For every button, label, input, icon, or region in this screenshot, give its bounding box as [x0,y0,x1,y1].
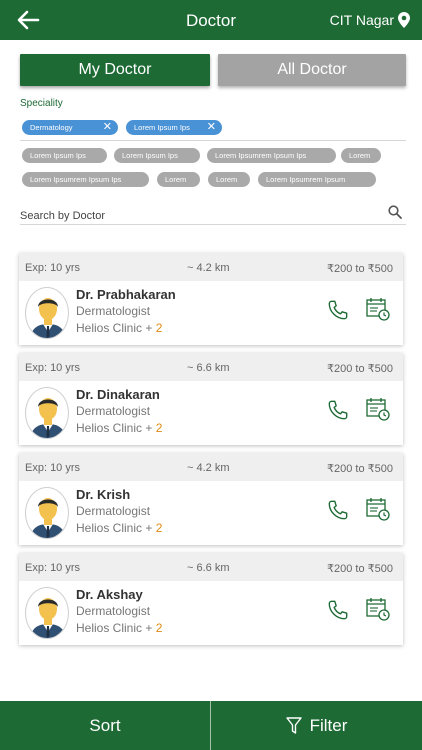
doctor-name: Dr. Krish [76,487,131,502]
consultation-fee: ₹200 to ₹500 [327,563,393,575]
distance: ~ 4.2 km [187,462,230,474]
speciality-chip[interactable]: Lorem [208,172,250,187]
doctor-card[interactable]: Exp: 10 yrs ~ 6.6 km ₹200 to ₹500 Dr. Ak… [19,553,403,645]
chip-label: Dermatology [30,123,73,132]
speciality-chip-selected[interactable]: Lorem Ipsum Ips ✕ [126,120,222,135]
speciality-chip[interactable]: Lorem Ipsumrem Ipsum Ips [207,148,336,163]
experience: Exp: 10 yrs [25,462,81,474]
experience: Exp: 10 yrs [25,262,81,274]
doctor-clinic[interactable]: Helios Clinic + 2 [76,521,162,535]
phone-icon[interactable] [327,499,349,521]
bottom-action-bar: Sort Filter [0,701,422,750]
consultation-fee: ₹200 to ₹500 [327,263,393,275]
search-input[interactable]: Search by Doctor [20,210,105,222]
clinic-count: 2 [155,621,163,635]
doctor-name: Dr. Akshay [76,587,143,602]
phone-icon[interactable] [327,399,349,421]
all-doctor-tab[interactable]: All Doctor [218,54,406,86]
clinic-name: Helios Clinic + [76,621,156,635]
doctor-avatar-icon [25,587,69,639]
phone-icon[interactable] [327,599,349,621]
doctor-specialty: Dermatologist [76,504,151,518]
filter-label: Filter [309,715,348,735]
consultation-fee: ₹200 to ₹500 [327,363,393,375]
clinic-count: 2 [155,421,163,435]
calendar-clock-icon[interactable] [366,397,390,421]
location-pin-icon [398,12,410,28]
phone-icon[interactable] [327,299,349,321]
clinic-name: Helios Clinic + [76,521,156,535]
doctor-avatar-icon [25,487,69,539]
sort-button[interactable]: Sort [0,701,210,750]
filter-icon [285,716,302,734]
distance: ~ 6.6 km [187,562,230,574]
search-icon[interactable] [388,205,402,219]
distance: ~ 6.6 km [187,362,230,374]
doctor-avatar-icon [25,287,69,339]
card-header: Exp: 10 yrs ~ 4.2 km ₹200 to ₹500 [19,453,403,481]
doctor-specialty: Dermatologist [76,604,151,618]
search-underline [20,224,406,225]
speciality-chip[interactable]: Lorem [341,148,381,163]
doctor-card[interactable]: Exp: 10 yrs ~ 6.6 km ₹200 to ₹500 Dr. Di… [19,353,403,445]
close-icon[interactable]: ✕ [207,122,216,133]
calendar-clock-icon[interactable] [366,297,390,321]
sort-label: Sort [89,715,121,735]
my-doctor-tab[interactable]: My Doctor [20,54,210,86]
chip-label: Lorem Ipsum Ips [134,123,190,132]
doctor-name: Dr. Dinakaran [76,387,160,402]
clinic-name: Helios Clinic + [76,321,156,335]
speciality-chip-selected[interactable]: Dermatology ✕ [22,120,118,135]
consultation-fee: ₹200 to ₹500 [327,463,393,475]
calendar-clock-icon[interactable] [366,497,390,521]
doctor-card[interactable]: Exp: 10 yrs ~ 4.2 km ₹200 to ₹500 Dr. Kr… [19,453,403,545]
calendar-clock-icon[interactable] [366,597,390,621]
doctor-clinic[interactable]: Helios Clinic + 2 [76,621,162,635]
filter-button[interactable]: Filter [211,701,422,750]
card-header: Exp: 10 yrs ~ 6.6 km ₹200 to ₹500 [19,353,403,381]
speciality-chip[interactable]: Lorem Ipsum Ips [22,148,107,163]
speciality-label: Speciality [20,98,63,109]
clinic-count: 2 [155,321,163,335]
doctor-name: Dr. Prabhakaran [76,287,176,302]
doctor-card[interactable]: Exp: 10 yrs ~ 4.2 km ₹200 to ₹500 Dr. Pr… [19,253,403,345]
clinic-count: 2 [155,521,163,535]
doctor-specialty: Dermatologist [76,304,151,318]
doctor-specialty: Dermatologist [76,404,151,418]
location-selector[interactable]: CIT Nagar [330,12,410,28]
doctor-clinic[interactable]: Helios Clinic + 2 [76,321,162,335]
experience: Exp: 10 yrs [25,362,81,374]
experience: Exp: 10 yrs [25,562,81,574]
doctor-avatar-icon [25,387,69,439]
distance: ~ 4.2 km [187,262,230,274]
doctor-clinic[interactable]: Helios Clinic + 2 [76,421,162,435]
card-header: Exp: 10 yrs ~ 6.6 km ₹200 to ₹500 [19,553,403,581]
speciality-chip[interactable]: Lorem Ipsum Ips [114,148,200,163]
location-label: CIT Nagar [329,12,394,28]
speciality-chip[interactable]: Lorem Ipsumrem Ipsum Ips [22,172,149,187]
close-icon[interactable]: ✕ [103,122,112,133]
card-header: Exp: 10 yrs ~ 4.2 km ₹200 to ₹500 [19,253,403,281]
speciality-chip[interactable]: Lorem [157,172,200,187]
clinic-name: Helios Clinic + [76,421,156,435]
speciality-chip[interactable]: Lorem Ipsumrem Ipsum [258,172,376,187]
app-header: Doctor CIT Nagar [0,0,422,40]
divider [20,140,406,141]
